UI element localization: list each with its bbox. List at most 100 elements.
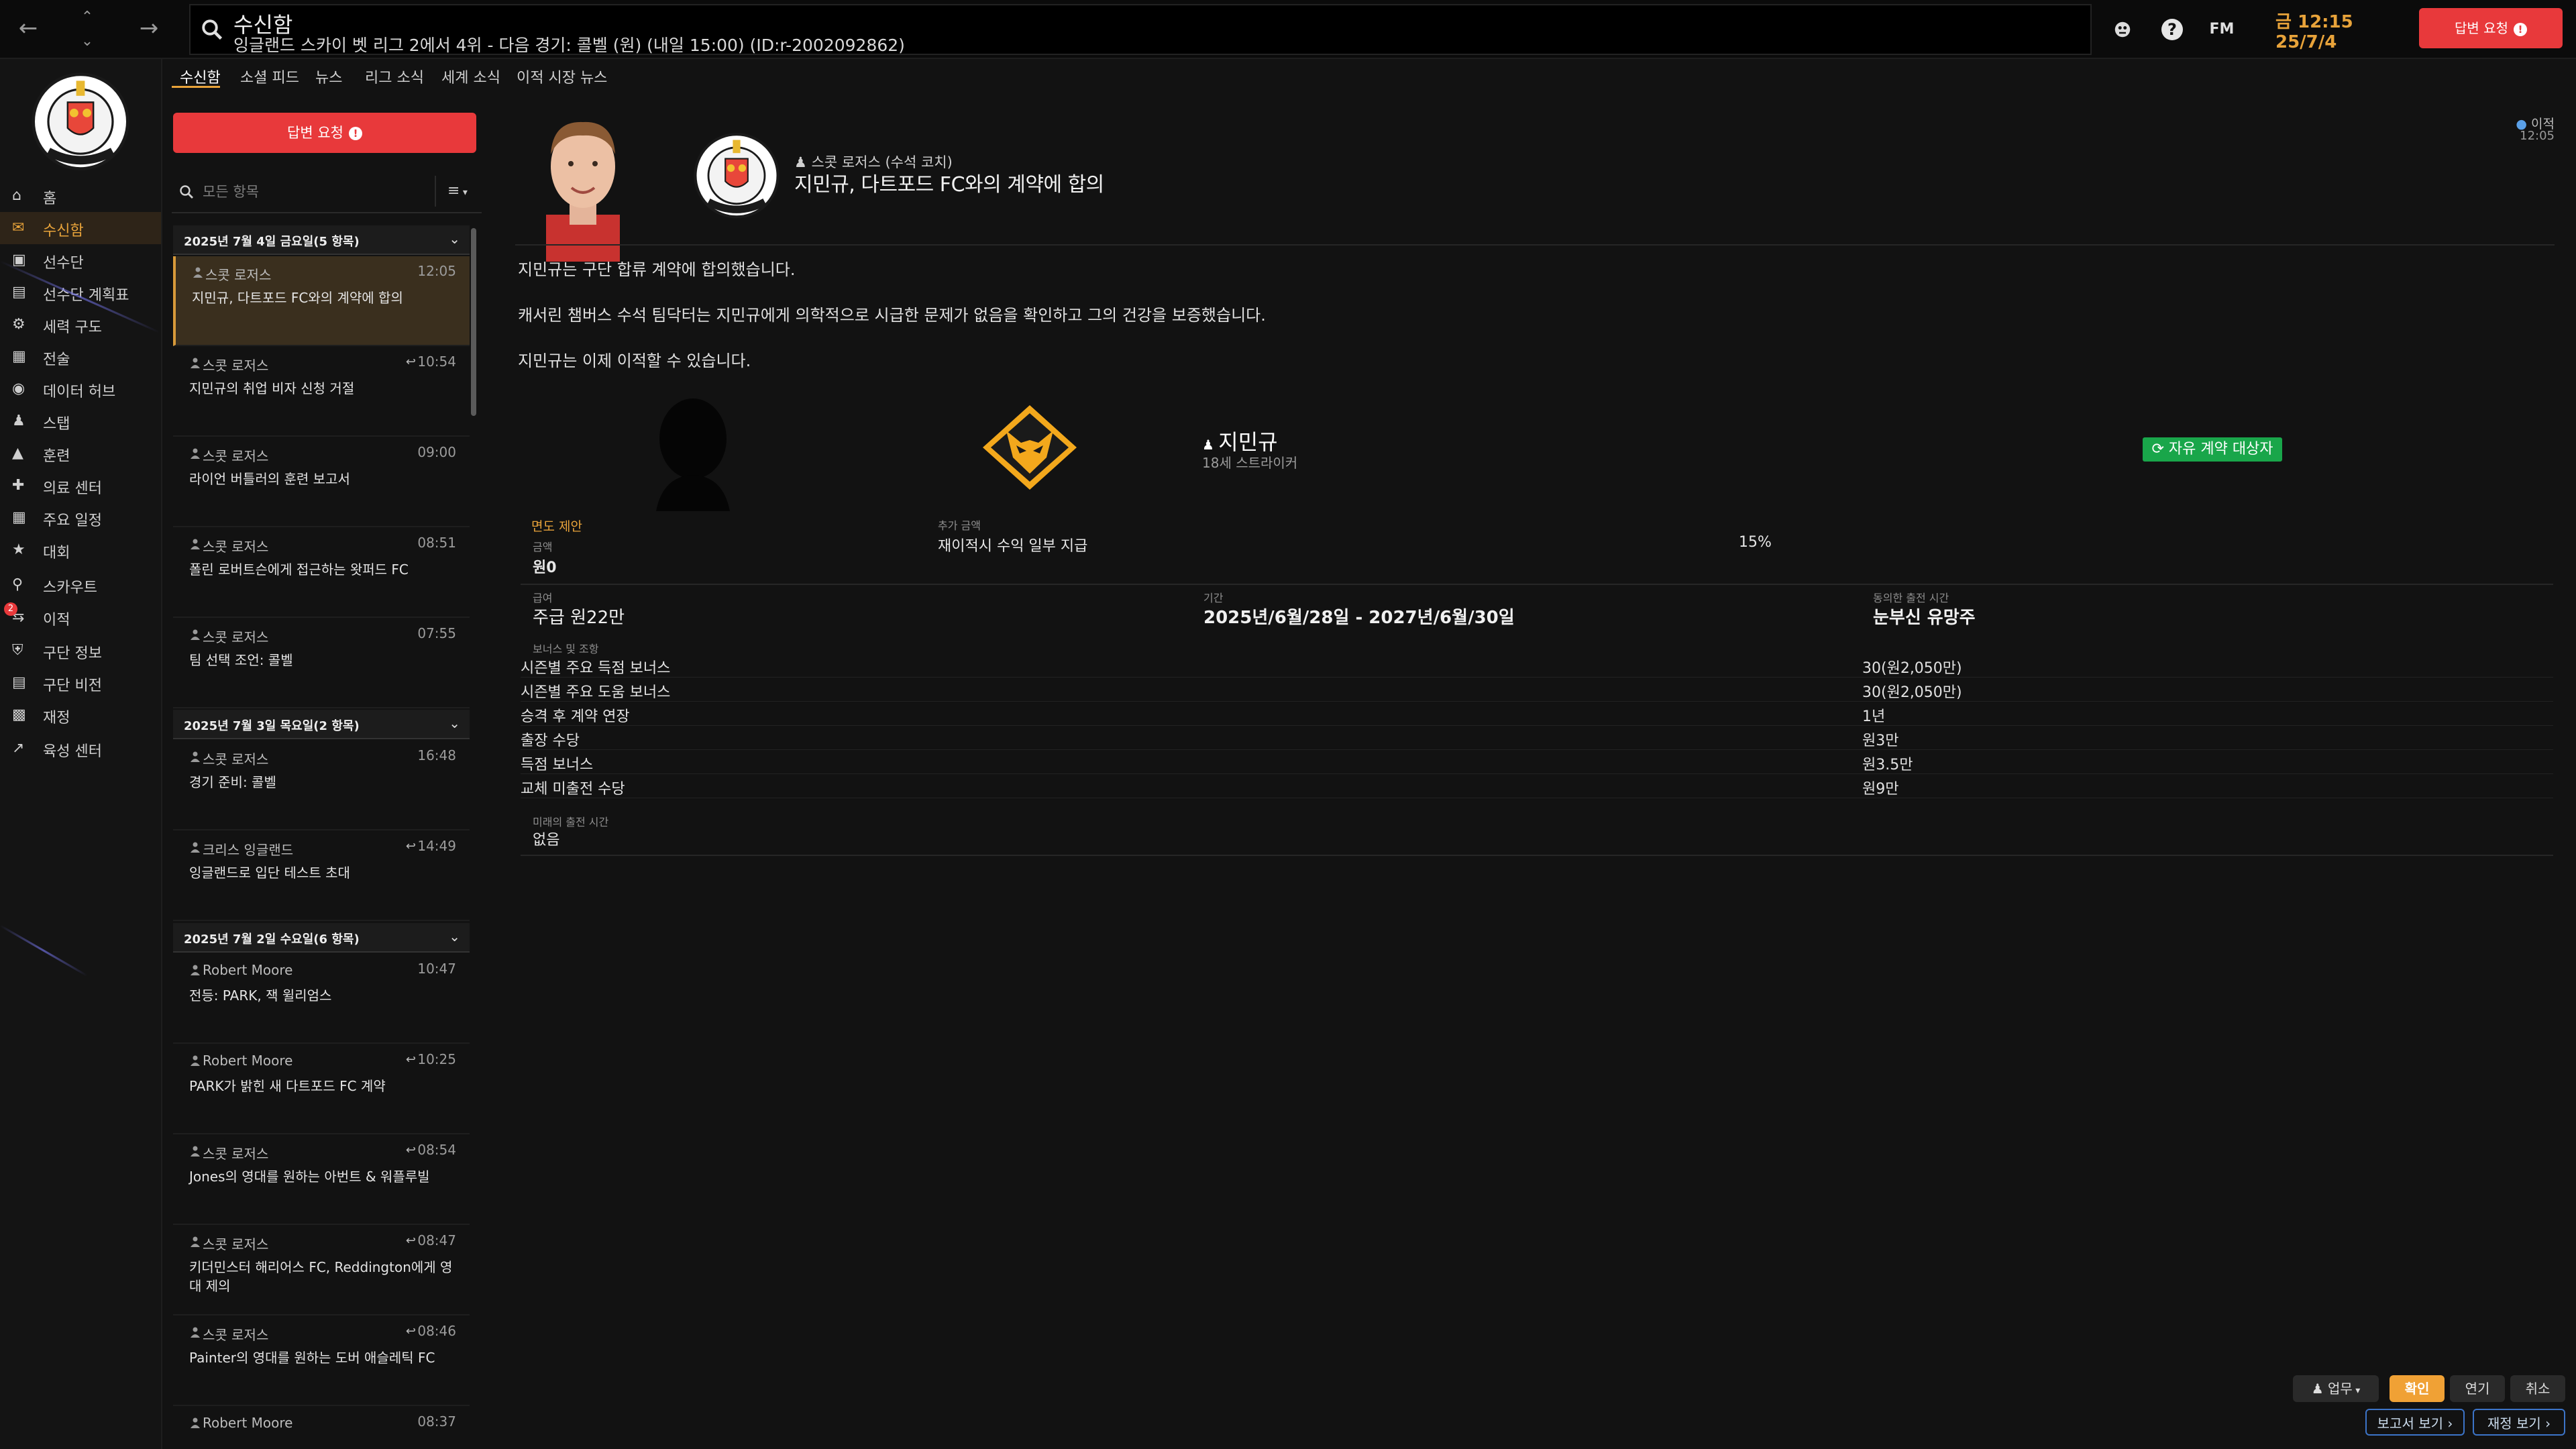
sidebar-item-inbox[interactable]: ✉ 수신함 (0, 212, 161, 244)
bonus-label: 시즌별 주요 득점 보너스 (521, 660, 671, 677)
future-label: 미래의 출전 시간 (533, 816, 609, 828)
tab-0[interactable]: 수신함 (180, 66, 221, 87)
bonus-label: 득점 보너스 (521, 757, 594, 773)
divider (521, 584, 2553, 585)
filter-menu-button[interactable]: ≡ ▾ (435, 176, 479, 207)
sidebar-item-club-vision[interactable]: ▤ 구단 비전 (0, 667, 161, 699)
sidebar-item-tactics[interactable]: ▦ 전술 (0, 341, 161, 373)
message-subject: 잉글랜드로 입단 테스트 초대 (189, 865, 350, 881)
list-item[interactable]: 스콧 로저스 09:00 라이언 버틀러의 훈련 보고서 (173, 437, 470, 527)
decorative-line (0, 924, 88, 977)
view-finance-button[interactable]: 재정 보기 › (2473, 1409, 2565, 1436)
help-icon[interactable]: ? (2159, 16, 2186, 43)
clock-time[interactable]: 금 12:15 (2275, 8, 2353, 33)
sidebar-item-hierarchy[interactable]: ⚙ 세력 구도 (0, 309, 161, 341)
view-report-button[interactable]: 보고서 보기 › (2365, 1409, 2465, 1436)
list-item[interactable]: 스콧 로저스 ↩ 08:46 Painter의 영대를 원하는 도버 애슬레틱 … (173, 1316, 470, 1406)
club-crest-icon[interactable] (27, 66, 134, 173)
message-time: 09:00 (417, 444, 456, 460)
next-arrow-icon[interactable]: ⌄ (75, 28, 99, 55)
message-sender: Robert Moore (203, 962, 293, 978)
list-item[interactable]: 스콧 로저스 08:51 폴린 로버트슨에게 접근하는 왓퍼드 FC (173, 528, 470, 618)
list-item[interactable]: Robert Moore 08:37 (173, 1407, 470, 1449)
player-name-text: 지민규 (1218, 429, 1278, 455)
sidebar-item-scout[interactable]: ⚲ 스카우트 (0, 569, 161, 601)
tab-1[interactable]: 소셜 피드 (240, 66, 299, 87)
fm-icon[interactable]: FM (2207, 16, 2237, 43)
sidebar-item-data-hub[interactable]: ◉ 데이터 허브 (0, 373, 161, 405)
sidebar-item-calendar[interactable]: ▦ 주요 일정 (0, 502, 161, 534)
message-content: ♟ 스콧 로저스 (수석 코치) 지민규, 다트포드 FC와의 계약에 합의 ●… (502, 87, 2568, 1362)
bonus-row: 득점 보너스 원3.5만 (521, 750, 2553, 774)
message-time: 10:25 (417, 1051, 456, 1067)
sidebar-item-finance[interactable]: ▩ 재정 (0, 699, 161, 731)
medical-icon: ✚ (12, 477, 25, 494)
prev-arrow-icon[interactable]: ⌃ (75, 4, 99, 31)
list-item[interactable]: 스콧 로저스 07:55 팀 선택 조언: 콜벨 (173, 619, 470, 708)
message-subject: Jones의 영대를 원하는 아번트 & 워플루빌 (189, 1169, 430, 1185)
cancel-button[interactable]: 취소 (2510, 1375, 2565, 1402)
back-arrow-icon[interactable]: ← (13, 15, 43, 42)
sidebar-item-club-info[interactable]: ⛨ 구단 정보 (0, 635, 161, 667)
amount-value: 원0 (533, 559, 557, 576)
sidebar-item-clipboard[interactable]: ▤ 선수단 계획표 (0, 276, 161, 309)
date-group-header[interactable]: 2025년 7월 4일 금요일(5 항목) ⌄ (173, 225, 470, 255)
title-search-box[interactable]: 수신함 잉글랜드 스카이 벳 리그 2에서 4위 - 다음 경기: 콜벨 (원)… (189, 4, 2092, 55)
wolves-crest-icon[interactable] (979, 404, 1080, 491)
bug-icon[interactable] (2109, 16, 2136, 43)
sidebar-item-development[interactable]: ↗ 육성 센터 (0, 733, 161, 765)
message-subject: 키더민스터 해리어스 FC, Reddington에게 영대 제의 (189, 1259, 453, 1294)
message-subject: 지민규, 다트포드 FC와의 계약에 합의 (192, 290, 403, 306)
sidebar-item-label: 재정 (43, 710, 70, 727)
forward-arrow-icon[interactable]: → (134, 15, 164, 42)
person-icon (191, 1236, 200, 1247)
inbox-icon: ✉ (12, 219, 25, 236)
confirm-button[interactable]: 확인 (2390, 1375, 2445, 1402)
sidebar: ⌂ 홈 ✉ 수신함 ▣ 선수단 ▤ 선수단 계획표 ⚙ 세력 구도 ▦ 전술 ◉ 데이터 허브 ♟ 스탭 ▲ 훈련… (0, 59, 162, 1449)
message-time: 08:51 (417, 535, 456, 551)
list-item[interactable]: 스콧 로저스 ↩ 10:54 지민규의 취업 비자 신청 거절 (173, 347, 470, 437)
date-group-title: 2025년 7월 3일 목요일(2 항목) (184, 719, 360, 733)
tab-4[interactable]: 세계 소식 (441, 66, 500, 87)
clock-date[interactable]: 25/7/4 (2275, 32, 2337, 52)
sidebar-item-transfer[interactable]: ⇆ 2 이적 (0, 601, 161, 633)
bonus-value: 30(원2,050만) (1862, 684, 1962, 701)
list-item[interactable]: 스콧 로저스 ↩ 08:47 키더민스터 해리어스 FC, Reddington… (173, 1226, 470, 1316)
player-photo (546, 121, 620, 262)
person-icon (191, 1146, 200, 1157)
list-item[interactable]: 크리스 잉글랜드 ↩ 14:49 잉글랜드로 입단 테스트 초대 (173, 831, 470, 921)
reply-required-button[interactable]: 답변 요청! (173, 113, 476, 153)
bonus-value: 원3만 (1862, 733, 1899, 749)
player-silhouette-icon[interactable] (649, 397, 737, 511)
list-search[interactable]: 모든 항목 ≡ ▾ (172, 169, 482, 213)
message-time: 16:48 (417, 747, 456, 763)
wage-label: 급여 (533, 592, 553, 604)
date-group-header[interactable]: 2025년 7월 3일 목요일(2 항목) ⌄ (173, 710, 470, 739)
message-sender: 스콧 로저스 (203, 1236, 269, 1252)
message-sender: 스콧 로저스 (203, 358, 269, 374)
work-dropdown-button[interactable]: ♟ 업무 ▾ (2293, 1375, 2379, 1402)
list-scrollbar[interactable] (471, 228, 476, 416)
sidebar-item-trophy[interactable]: ★ 대회 (0, 534, 161, 566)
delay-button[interactable]: 연기 (2450, 1375, 2505, 1402)
person-icon (193, 267, 203, 278)
sidebar-item-staff[interactable]: ♟ 스탭 (0, 405, 161, 437)
list-item[interactable]: 스콧 로저스 ↩ 08:54 Jones의 영대를 원하는 아번트 & 워플루빌 (173, 1135, 470, 1225)
date-group-header[interactable]: 2025년 7월 2일 수요일(6 항목) ⌄ (173, 923, 470, 953)
home-icon: ⌂ (12, 187, 21, 204)
reply-required-button-top[interactable]: 답변 요청! (2419, 8, 2563, 48)
list-item[interactable]: Robert Moore ↩ 10:25 PARK가 밝힌 새 다트포드 FC … (173, 1044, 470, 1134)
tab-5[interactable]: 이적 시장 뉴스 (517, 66, 607, 87)
list-item[interactable]: 스콧 로저스 16:48 경기 준비: 콜벨 (173, 741, 470, 830)
tab-2[interactable]: 뉴스 (315, 66, 342, 87)
sidebar-item-training[interactable]: ▲ 훈련 (0, 437, 161, 470)
list-item[interactable]: Robert Moore 10:47 전등: PARK, 잭 윌리엄스 (173, 954, 470, 1044)
bonus-value: 1년 (1862, 708, 1886, 725)
message-time: 10:54 (417, 354, 456, 370)
tab-3[interactable]: 리그 소식 (365, 66, 424, 87)
sidebar-item-medical[interactable]: ✚ 의료 센터 (0, 470, 161, 502)
hierarchy-icon: ⚙ (12, 316, 25, 333)
reply-arrow-icon: ↩ (405, 1324, 416, 1338)
sidebar-item-home[interactable]: ⌂ 홈 (0, 180, 161, 212)
list-item[interactable]: 스콧 로저스 12:05 지민규, 다트포드 FC와의 계약에 합의 (173, 256, 470, 346)
